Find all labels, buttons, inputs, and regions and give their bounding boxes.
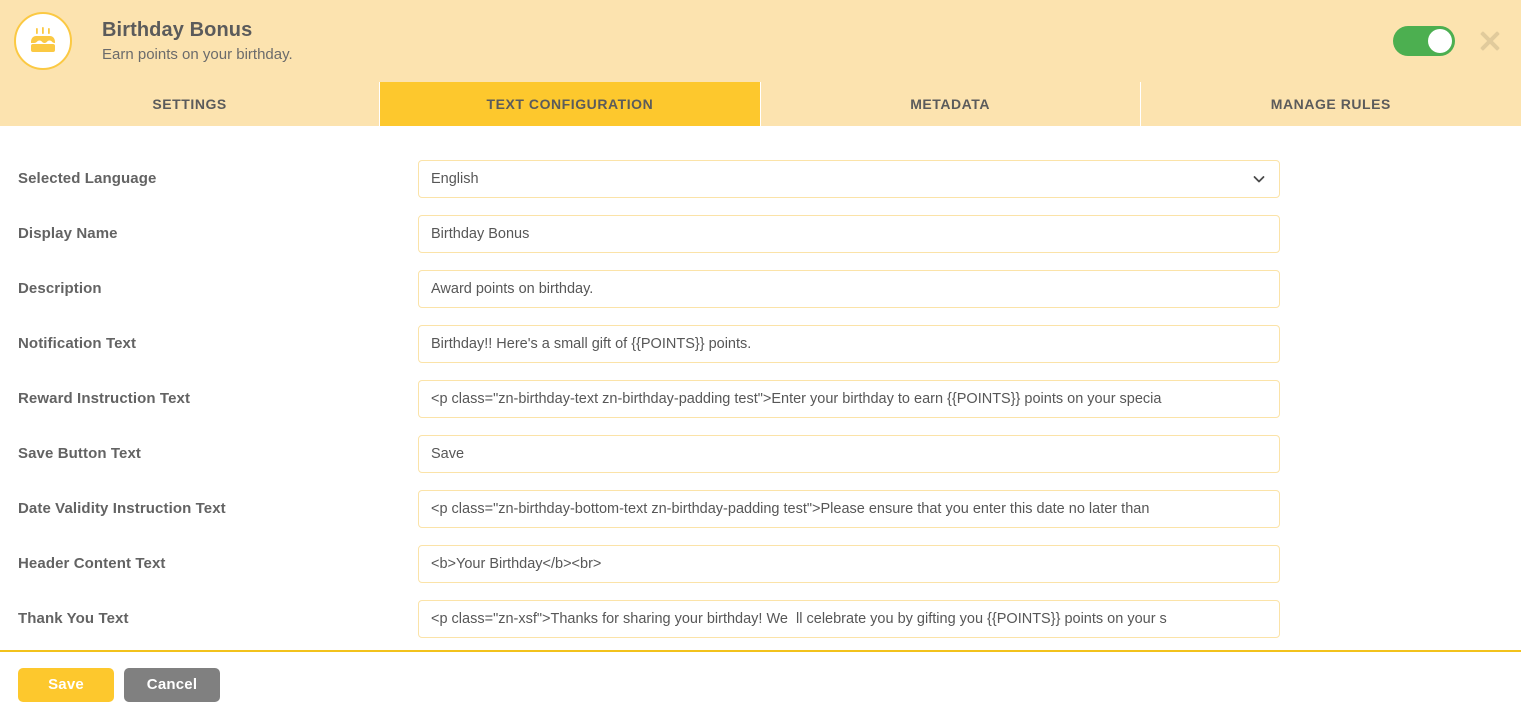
description-input[interactable] [418,269,1280,308]
field-wrap-date-validity-instruction-text [418,489,1280,528]
label-selected-language: Selected Language [18,170,157,187]
label-date-validity-instruction-text: Date Validity Instruction Text [18,500,226,517]
dialog-header: Birthday Bonus Earn points on your birth… [0,0,1521,82]
header-text-block: Birthday Bonus Earn points on your birth… [102,18,1393,64]
field-wrap-display-name [418,214,1280,253]
label-description: Description [18,280,102,297]
reward-instruction-text-input[interactable] [418,379,1280,418]
close-icon[interactable] [1477,28,1503,54]
form-row-date-validity-instruction-text: Date Validity Instruction Text [0,481,1521,536]
field-wrap-save-button-text [418,434,1280,473]
label-notification-text: Notification Text [18,335,137,352]
field-wrap-thank-you-text [418,599,1280,638]
thank-you-text-input[interactable] [418,599,1280,638]
page-title: Birthday Bonus [102,19,253,41]
tab-manage-rules[interactable]: MANAGE RULES [1140,82,1521,126]
save-button-text-input[interactable] [418,434,1280,473]
field-wrap-selected-language: English [418,159,1280,198]
save-button[interactable]: Save [18,667,114,702]
toggle-knob [1428,29,1452,53]
label-thank-you-text: Thank You Text [18,610,129,627]
notification-text-input[interactable] [418,324,1280,363]
display-name-input[interactable] [418,214,1280,253]
tab-text-configuration[interactable]: TEXT CONFIGURATION [380,82,761,126]
field-wrap-reward-instruction-text [418,379,1280,418]
field-wrap-header-content-text [418,544,1280,583]
enable-toggle[interactable] [1393,26,1455,56]
tab-settings[interactable]: SETTINGS [0,82,381,126]
field-wrap-description [418,269,1280,308]
tab-metadata[interactable]: METADATA [760,82,1141,126]
birthday-bonus-dialog: Birthday Bonus Earn points on your birth… [0,0,1521,717]
text-configuration-form: Selected Language English Display Name D… [0,127,1521,650]
tab-bar: SETTINGS TEXT CONFIGURATION METADATA MAN… [0,82,1521,127]
dialog-footer: Save Cancel [0,650,1521,717]
form-row-reward-instruction-text: Reward Instruction Text [0,371,1521,426]
form-row-save-button-text: Save Button Text [0,426,1521,481]
form-row-thank-you-text: Thank You Text [0,591,1521,646]
label-display-name: Display Name [18,225,118,242]
birthday-cake-icon [14,12,72,70]
form-row-description: Description [0,261,1521,316]
cancel-button[interactable]: Cancel [124,667,220,702]
header-content-text-input[interactable] [418,544,1280,583]
label-reward-instruction-text: Reward Instruction Text [18,390,191,407]
selected-language-select[interactable]: English [418,159,1280,198]
page-subtitle: Earn points on your birthday. [102,46,293,63]
label-header-content-text: Header Content Text [18,555,166,572]
form-row-header-content-text: Header Content Text [0,536,1521,591]
form-row-notification-text: Notification Text [0,316,1521,371]
field-wrap-notification-text [418,324,1280,363]
label-save-button-text: Save Button Text [18,445,142,462]
form-row-selected-language: Selected Language English [0,151,1521,206]
date-validity-instruction-text-input[interactable] [418,489,1280,528]
form-row-display-name: Display Name [0,206,1521,261]
header-actions [1393,26,1503,56]
